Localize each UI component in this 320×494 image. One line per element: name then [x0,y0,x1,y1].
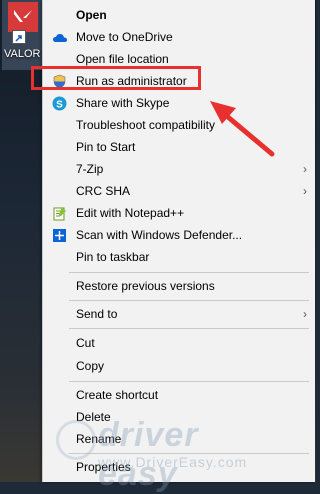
red-arrow-icon [210,101,275,157]
